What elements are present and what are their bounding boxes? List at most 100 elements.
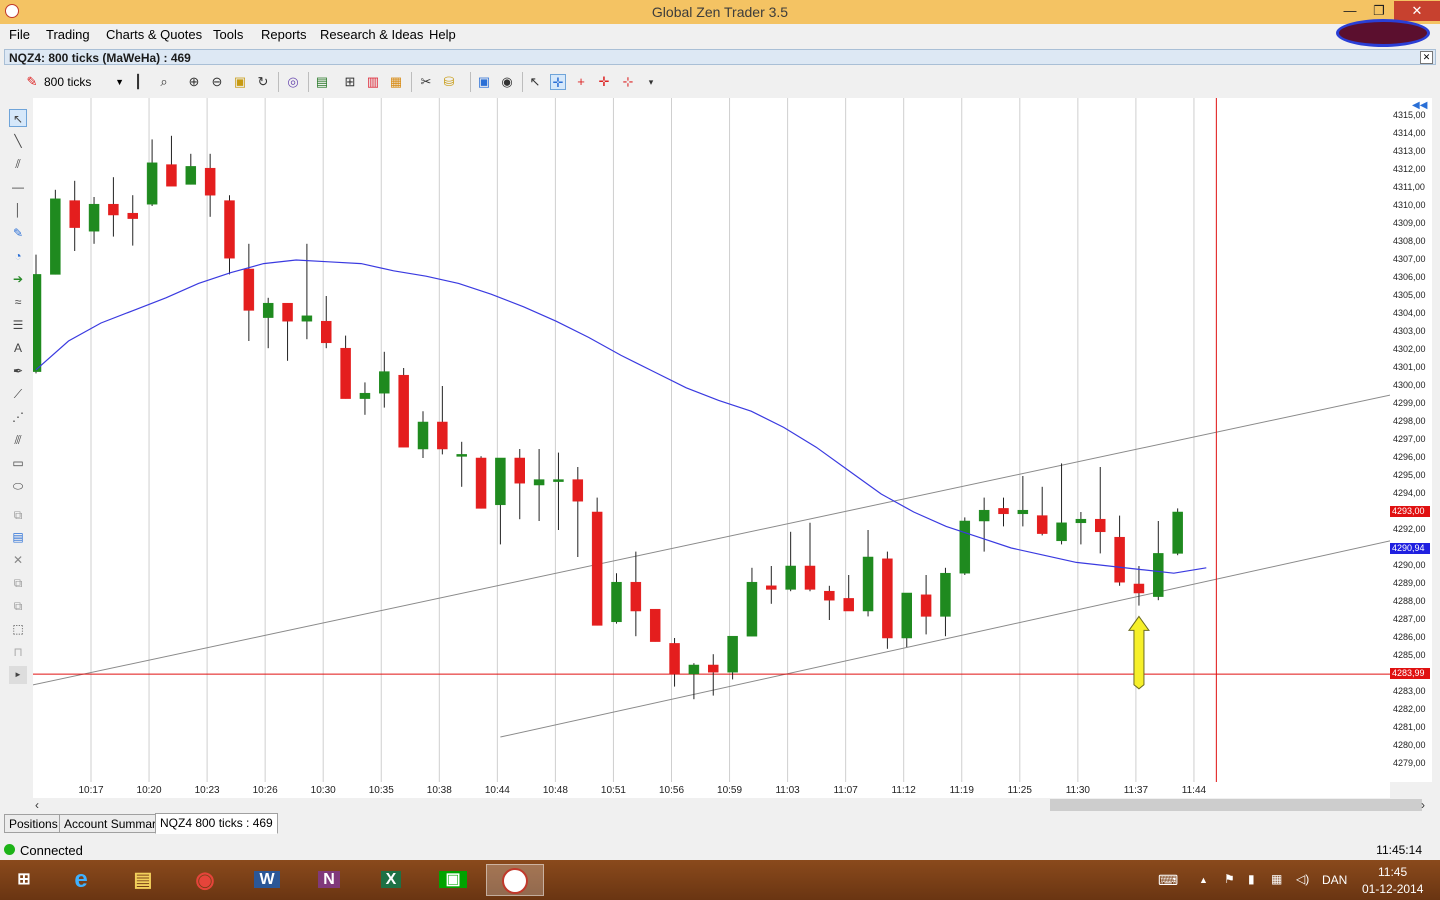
candle-body xyxy=(456,454,467,457)
onenote-icon[interactable]: N xyxy=(308,864,350,896)
chart-toolbar: ✎ 800 ticks ▼ ┃ ⌕ ⊕ ⊖ ▣ ↻ ◎ ▤ ⊞ ▥ ▦ ✂ ⛁ … xyxy=(4,68,1436,96)
horizontal-line-icon[interactable]: — xyxy=(9,178,27,196)
candle-body xyxy=(321,320,332,344)
wave-tool-icon[interactable]: ≈ xyxy=(9,293,27,311)
fibonacci-icon[interactable]: ☰ xyxy=(9,316,27,334)
pointer-icon[interactable]: ↖ xyxy=(527,74,543,90)
bar-type-icon[interactable]: ┃ xyxy=(130,74,146,90)
menu-help[interactable]: Help xyxy=(429,27,456,42)
callout-icon[interactable]: ◔ xyxy=(9,247,27,265)
indicators-icon[interactable]: ▤ xyxy=(314,74,330,90)
eye-icon[interactable]: ◉ xyxy=(499,74,515,90)
menu-research-ideas[interactable]: Research & Ideas xyxy=(320,27,423,42)
price-axis[interactable]: ◀◀ 4315,00 4314,00 4313,00 4312,00 4311,00 43… xyxy=(1390,98,1432,782)
close-button[interactable]: ✕ xyxy=(1394,1,1440,21)
note-icon[interactable]: ✎ xyxy=(9,224,27,242)
price-chart-canvas[interactable] xyxy=(16,98,1391,782)
gann-fan-icon[interactable]: ⋰ xyxy=(9,408,27,426)
global-zen-taskbar-icon[interactable] xyxy=(486,864,544,896)
scroll-right-icon[interactable]: › xyxy=(1421,798,1425,812)
time-tick-label: 10:48 xyxy=(542,785,568,796)
store-icon[interactable]: ▣ xyxy=(432,864,474,896)
taskbar-clock-time[interactable]: 11:45 xyxy=(1378,865,1407,879)
properties-icon[interactable]: ▤ xyxy=(9,528,27,546)
word-icon[interactable]: W xyxy=(246,864,288,896)
scroll-left-icon[interactable]: ‹ xyxy=(35,798,39,812)
zoom-out-icon[interactable]: ⊖ xyxy=(209,74,225,90)
candle-body xyxy=(940,572,951,617)
candle-body xyxy=(1075,518,1087,524)
menu-trading[interactable]: Trading xyxy=(46,27,90,42)
layers-icon[interactable]: ⧉ xyxy=(9,597,27,615)
action-center-icon[interactable]: ⚑ xyxy=(1224,872,1235,886)
scissors-icon[interactable]: ✂ xyxy=(418,74,434,90)
pin-icon[interactable]: ✎ xyxy=(24,74,40,90)
internet-explorer-icon[interactable]: e xyxy=(60,864,102,896)
fill-icon[interactable]: ⛁ xyxy=(441,74,457,90)
menu-file[interactable]: File xyxy=(9,27,30,42)
save-icon[interactable]: ▣ xyxy=(476,74,492,90)
lock-icon[interactable]: ▣ xyxy=(232,74,248,90)
ticks-interval-select[interactable]: 800 ticks ▼ xyxy=(44,74,124,90)
globe-icon[interactable]: ◎ xyxy=(285,74,301,90)
select-tool-icon[interactable]: ↖ xyxy=(9,109,27,127)
duplicate-icon[interactable]: ⧉ xyxy=(9,574,27,592)
candle-body xyxy=(727,635,738,673)
candle-body xyxy=(843,598,854,612)
price-tick-label: 4307,00 xyxy=(1393,254,1426,264)
file-explorer-icon[interactable]: ▤ xyxy=(122,864,164,896)
restore-button[interactable]: ❐ xyxy=(1366,1,1392,21)
select-area-icon[interactable]: ⬚ xyxy=(9,620,27,638)
copy-icon[interactable]: ⧉ xyxy=(9,506,27,524)
menu-reports[interactable]: Reports xyxy=(261,27,307,42)
time-axis[interactable]: 10:17 10:20 10:23 10:26 10:30 10:35 10:38 10:44… xyxy=(33,782,1390,798)
delete-icon[interactable]: ✕ xyxy=(9,551,27,569)
toolbar-overflow-icon[interactable]: ▾ xyxy=(643,74,659,90)
line-tool-icon[interactable]: ╲ xyxy=(9,132,27,150)
hierarchy-icon[interactable]: ⊞ xyxy=(342,74,358,90)
crosshair-icon[interactable]: ✛ xyxy=(550,74,566,90)
fan-tool-icon[interactable]: ⟋ xyxy=(9,385,27,403)
arrow-tool-icon[interactable]: ➔ xyxy=(9,270,27,288)
tab-chart[interactable]: NQZ4 800 ticks : 469 xyxy=(155,813,278,834)
histogram-icon[interactable]: ▦ xyxy=(388,74,404,90)
network-icon[interactable]: ▦ xyxy=(1271,872,1282,886)
minimize-button[interactable]: — xyxy=(1336,1,1364,21)
chart-scrollbar[interactable]: ‹ › xyxy=(33,798,1433,812)
crosshair-full-icon[interactable]: ✛ xyxy=(596,74,612,90)
pen-tool-icon[interactable]: ✒ xyxy=(9,362,27,380)
zoom-dropdown-icon[interactable]: ⌕ xyxy=(156,74,172,90)
expand-panel-icon[interactable]: ► xyxy=(9,666,27,684)
excel-icon[interactable]: X xyxy=(370,864,412,896)
vertical-line-icon[interactable]: │ xyxy=(9,201,27,219)
candle-body xyxy=(746,581,758,637)
menu-charts-quotes[interactable]: Charts & Quotes xyxy=(106,27,202,42)
reload-icon[interactable]: ↻ xyxy=(255,74,271,90)
channel-tool-icon[interactable]: ⫻ xyxy=(9,431,27,449)
candle-body xyxy=(301,315,313,322)
show-hidden-icons-icon[interactable]: ▲ xyxy=(1199,875,1208,885)
tab-positions[interactable]: Positions xyxy=(4,814,63,833)
input-language[interactable]: DAN xyxy=(1322,873,1347,887)
chrome-icon[interactable]: ◉ xyxy=(184,864,226,896)
scrollbar-thumb[interactable] xyxy=(1050,799,1422,811)
volume-icon[interactable]: ◁) xyxy=(1296,872,1309,886)
battery-icon[interactable]: ▮ xyxy=(1248,872,1255,886)
color-bars-icon[interactable]: ▥ xyxy=(365,74,381,90)
ellipse-tool-icon[interactable]: ⬭ xyxy=(9,477,27,495)
time-tick-label: 10:23 xyxy=(194,785,220,796)
rectangle-tool-icon[interactable]: ▭ xyxy=(9,454,27,472)
windows-start-icon[interactable]: ⊞ xyxy=(2,864,46,896)
keyboard-icon[interactable]: ⌨ xyxy=(1158,872,1178,889)
menu-tools[interactable]: Tools xyxy=(213,27,243,42)
crosshair-dot-icon[interactable]: ⊹ xyxy=(620,74,636,90)
lock-drawing-icon[interactable]: ⊓ xyxy=(9,643,27,661)
chart-close-button[interactable]: ✕ xyxy=(1420,51,1433,64)
crosshair-red-icon[interactable]: + xyxy=(573,74,589,90)
taskbar-clock-date[interactable]: 01-12-2014 xyxy=(1362,882,1423,896)
parallel-lines-icon[interactable]: ⫽ xyxy=(9,155,27,173)
zoom-in-icon[interactable]: ⊕ xyxy=(186,74,202,90)
price-chart[interactable] xyxy=(16,98,1391,782)
tab-account-summary[interactable]: Account Summary xyxy=(59,814,168,833)
text-tool-icon[interactable]: A xyxy=(9,339,27,357)
